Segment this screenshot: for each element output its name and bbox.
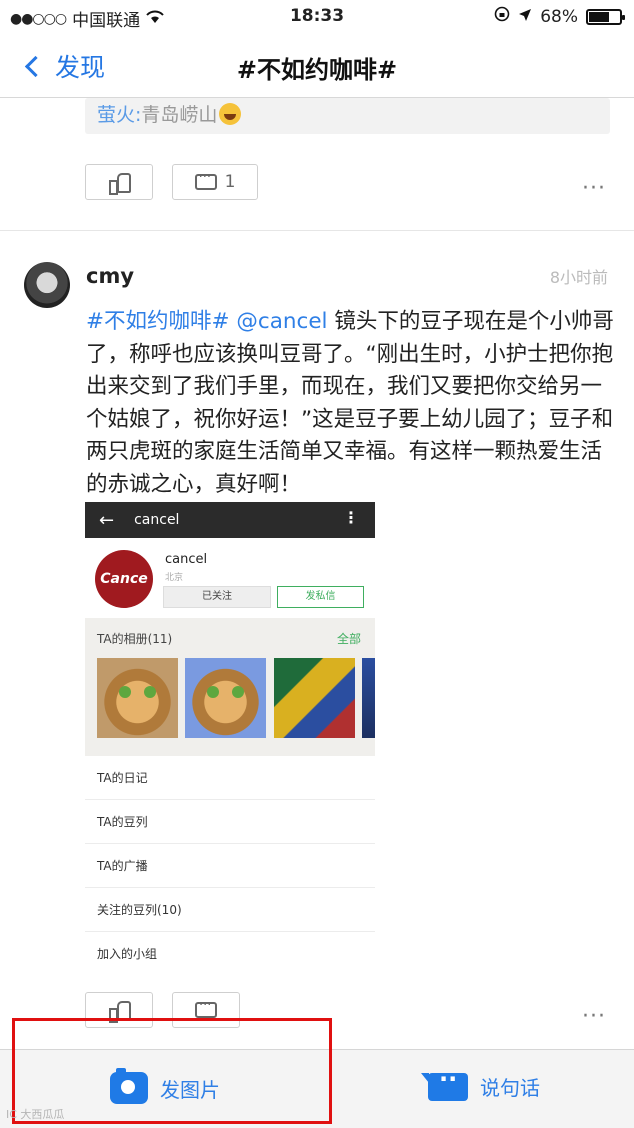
embed-message-button: 发私信: [277, 586, 364, 608]
embed-photo-cat: [185, 658, 266, 738]
battery-percent: 68%: [540, 6, 578, 27]
battery-fill: [589, 11, 610, 22]
embed-back-arrow-icon: ←: [99, 509, 115, 531]
comment-icon: [194, 170, 217, 190]
embed-name: cancel: [165, 552, 208, 567]
post-body: #不如约咖啡# @cancel 镜头下的豆子现在是个小帅哥了，称呼也应该换叫豆哥…: [86, 306, 614, 501]
chat-bubble-icon: [421, 1065, 468, 1101]
comment-icon: [195, 998, 217, 1018]
post-photo-label: 发图片: [160, 1077, 220, 1102]
embed-menu-item: 加入的小组: [97, 947, 158, 961]
comment-button[interactable]: 1: [172, 164, 258, 200]
embed-photo: [362, 658, 375, 738]
embed-menu-list: TA的日记 TA的豆列 TA的广播 关注的豆列(10) 加入的小组: [85, 756, 375, 976]
embed-album-title: TA的相册(11): [97, 632, 173, 646]
embed-album-all: 全部: [336, 632, 361, 646]
bottom-toolbar: 发图片 说句话: [0, 1049, 634, 1128]
comment-user[interactable]: 萤火:: [97, 104, 141, 126]
embed-kebab-icon: ⋮: [343, 508, 359, 527]
grin-emoji-icon: [219, 103, 242, 125]
post-divider: [0, 230, 634, 231]
embed-avatar: Cance: [95, 550, 153, 608]
embed-menu-item: TA的豆列: [85, 800, 375, 844]
embed-menu-item: TA的日记: [85, 756, 375, 800]
post-hashtag[interactable]: #不如约咖啡#: [86, 309, 230, 334]
more-options-icon[interactable]: ···: [582, 176, 606, 201]
comment-text: 青岛崂山: [141, 104, 218, 126]
status-bar: ●●○○○ 中国联通 18:33 68%: [0, 0, 634, 34]
post-image[interactable]: ← cancel ⋮ Cance cancel 北京 已关注 发私信 TA的相册…: [85, 502, 375, 978]
rotation-lock-icon: [494, 6, 510, 27]
comment-count: 1: [224, 172, 236, 192]
like-button[interactable]: [85, 164, 153, 200]
comment-preview[interactable]: 萤火:青岛崂山: [85, 98, 610, 134]
thumbs-up-icon: [109, 173, 131, 195]
avatar[interactable]: [24, 262, 70, 308]
embed-menu-item: 关注的豆列(10): [85, 888, 375, 932]
post-text: 镜头下的豆子现在是个小帅哥了，称呼也应该换叫豆哥了。“刚出生时，小护士把你抱出来…: [86, 309, 614, 497]
comment-preview-text: 萤火:青岛崂山: [97, 100, 242, 127]
embed-menu-item: TA的广播: [85, 844, 375, 888]
post-mention[interactable]: @cancel: [236, 309, 327, 334]
say-something-button[interactable]: 说句话: [421, 1065, 540, 1101]
comment-button[interactable]: [172, 992, 240, 1028]
embed-app-bar: ← cancel ⋮: [85, 502, 375, 538]
battery-icon: [586, 8, 625, 25]
embed-city: 北京: [165, 573, 184, 583]
say-something-label: 说句话: [480, 1076, 540, 1100]
post-time: 8小时前: [549, 268, 608, 287]
embed-photo-cat: [97, 658, 178, 738]
location-icon: [518, 7, 532, 27]
embed-follow-button: 已关注: [163, 586, 271, 608]
like-button[interactable]: [85, 992, 153, 1028]
thumbs-up-icon: [109, 1001, 131, 1023]
page-title: #不如约咖啡#: [236, 56, 398, 84]
post-username[interactable]: cmy: [86, 264, 134, 288]
embed-album: TA的相册(11) 全部: [85, 618, 375, 756]
embed-photo: [274, 658, 355, 738]
camera-icon: [110, 1068, 148, 1104]
watermark: IC 大西瓜瓜: [6, 1108, 65, 1121]
post-photo-button[interactable]: 发图片: [110, 1068, 220, 1104]
status-right: 68%: [494, 6, 625, 27]
more-options-icon[interactable]: ···: [582, 1004, 606, 1029]
embed-profile: Cance cancel 北京 已关注 发私信: [85, 538, 375, 618]
embed-bar-title: cancel: [134, 512, 180, 528]
navigation-bar: 发现 #不如约咖啡#: [0, 34, 634, 98]
